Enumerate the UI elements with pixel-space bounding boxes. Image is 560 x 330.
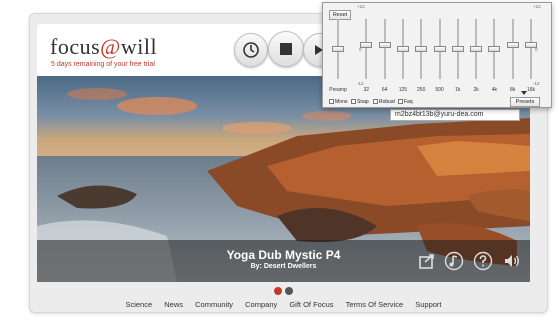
eq-slider-knob[interactable] <box>332 46 344 52</box>
eq-band-8k[interactable]: 8k <box>506 15 520 93</box>
eq-slider-knob[interactable] <box>525 41 537 48</box>
eq-band-250[interactable]: 250 <box>414 15 428 93</box>
footer-link-community[interactable]: Community <box>195 300 233 309</box>
stop-button[interactable] <box>268 31 304 67</box>
eq-band-64[interactable]: 64 <box>378 15 392 93</box>
eq-slider-track[interactable] <box>365 19 368 79</box>
eq-slider-knob[interactable] <box>488 46 501 52</box>
eq-band-label: 125 <box>398 87 408 93</box>
eq-band-label: 2k <box>473 87 479 93</box>
stage: focus@will 5 days remaining of your free… <box>0 0 560 330</box>
eq-presets-button[interactable]: Presets <box>510 97 540 107</box>
music-note-icon[interactable] <box>444 251 464 271</box>
account-email-field[interactable]: m2bz4bt13b@yuru-dea.com <box>390 109 520 121</box>
help-icon[interactable] <box>473 251 493 271</box>
eq-band-label: Preamp <box>329 87 347 93</box>
eq-scale-top: +12 <box>357 4 365 9</box>
eq-band-16k[interactable]: 16k <box>524 15 538 93</box>
footer-link-terms[interactable]: Terms Of Service <box>346 300 404 309</box>
footer-link-support[interactable]: Support <box>415 300 441 309</box>
stop-icon <box>280 43 292 55</box>
trial-notice[interactable]: 5 days remaining of your free trial <box>51 61 155 68</box>
eq-slider-track[interactable] <box>383 19 386 79</box>
volume-icon[interactable] <box>502 251 522 271</box>
footer-nav: Science News Community Company Gift Of F… <box>37 300 530 309</box>
share-icon[interactable] <box>417 251 437 271</box>
eq-band-4k[interactable]: 4k <box>487 15 501 93</box>
eq-band-label: 1k <box>455 87 461 93</box>
eq-slider-knob[interactable] <box>415 46 428 52</box>
eq-band-preamp[interactable]: Preamp <box>329 15 347 93</box>
eq-band-32[interactable]: 32 <box>359 15 373 93</box>
eq-robust-checkbox[interactable]: Robust <box>373 99 395 105</box>
eq-scale-top-right: +12 <box>533 4 541 9</box>
eq-band-label: 250 <box>417 87 426 93</box>
footer-link-company[interactable]: Company <box>245 300 277 309</box>
footer-link-science[interactable]: Science <box>125 300 152 309</box>
eq-slider-knob[interactable] <box>506 41 519 48</box>
footer-link-gift-of-focus[interactable]: Gift Of Focus <box>289 300 333 309</box>
eq-slider-track[interactable] <box>530 19 532 79</box>
now-playing-bar: Yoga Dub Mystic P4 By: Desert Dwellers <box>37 240 530 282</box>
eq-band-label: 500 <box>435 87 444 93</box>
eq-snap-checkbox[interactable]: Snap <box>351 99 369 105</box>
eq-slider-knob[interactable] <box>378 41 391 48</box>
timer-button[interactable] <box>234 33 268 67</box>
focusatwill-logo[interactable]: focus@will <box>50 34 157 60</box>
eq-slider-knob[interactable] <box>396 46 409 52</box>
eq-band-2k[interactable]: 2k <box>469 15 483 93</box>
eq-band-125[interactable]: 125 <box>396 15 410 93</box>
eq-band-1k[interactable]: 1k <box>451 15 465 93</box>
footer-link-news[interactable]: News <box>164 300 183 309</box>
eq-band-500[interactable]: 500 <box>433 15 447 93</box>
timer-icon <box>243 42 259 58</box>
carousel-dot-active[interactable] <box>274 287 282 295</box>
eq-slider-knob[interactable] <box>470 46 483 52</box>
eq-band-label: 64 <box>381 87 388 93</box>
chevron-down-icon <box>521 91 527 95</box>
carousel-dot[interactable] <box>285 287 293 295</box>
eq-band-label: 8k <box>510 87 516 93</box>
eq-slider-knob[interactable] <box>360 41 373 48</box>
eq-slider-track[interactable] <box>511 19 514 79</box>
eq-slider-knob[interactable] <box>433 46 446 52</box>
eq-band-label: 4k <box>491 87 498 93</box>
eq-mono-checkbox[interactable]: Mono <box>329 99 348 105</box>
equalizer-panel: Reset +12 0 -12 +12 0 -12 Preamp 32 64 125 2… <box>322 2 552 108</box>
eq-faq-checkbox[interactable]: Faq <box>398 99 413 105</box>
eq-band-label: 32 <box>363 87 370 93</box>
eq-slider-knob[interactable] <box>451 46 464 52</box>
